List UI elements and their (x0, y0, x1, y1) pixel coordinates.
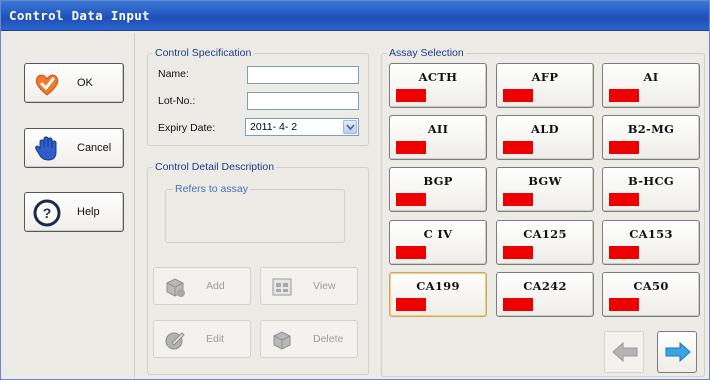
expiry-date-value: 2011- 4- 2 (250, 121, 298, 133)
assay-status-flag (396, 89, 426, 102)
assay-status-flag (609, 298, 639, 311)
next-page-button[interactable] (657, 331, 697, 373)
view-button[interactable]: View (260, 267, 358, 305)
assay-status-flag (396, 246, 426, 259)
assay-status-flag (609, 89, 639, 102)
delete-box-icon (271, 329, 293, 351)
control-specification-title: Control Specification (153, 47, 254, 59)
assay-button[interactable]: BGP (389, 167, 487, 212)
help-label: Help (77, 206, 100, 218)
assay-name: CA242 (523, 279, 567, 293)
assay-status-flag (609, 193, 639, 206)
chevron-down-icon[interactable] (343, 120, 357, 134)
delete-label: Delete (313, 333, 344, 345)
assay-status-flag (396, 193, 426, 206)
arrow-left-icon (611, 341, 639, 368)
title-bar: Control Data Input (1, 1, 709, 31)
assay-button[interactable]: CA50 (602, 272, 700, 317)
add-box-icon (164, 276, 186, 298)
assay-name: BGW (528, 174, 562, 188)
action-panel: OK Cancel ? Help (2, 33, 135, 379)
assay-status-flag (503, 193, 533, 206)
assay-name: CA153 (629, 227, 673, 241)
assay-button[interactable]: CA199 (389, 272, 487, 317)
name-input[interactable] (247, 66, 359, 84)
assay-name: B-HCG (627, 174, 675, 188)
control-data-input-window: Control Data Input OK Cancel ? Help Cont… (0, 0, 710, 380)
assay-name: AII (427, 122, 449, 136)
lot-no-input[interactable] (247, 92, 359, 110)
assay-status-flag (503, 246, 533, 259)
assay-button[interactable]: CA242 (496, 272, 594, 317)
assay-selection-title: Assay Selection (387, 47, 466, 59)
ok-label: OK (77, 77, 93, 89)
name-label: Name: (158, 68, 189, 80)
cancel-button[interactable]: Cancel (24, 128, 124, 168)
assay-name: C IV (423, 227, 453, 241)
help-button[interactable]: ? Help (24, 192, 124, 232)
edit-button[interactable]: Edit (153, 320, 251, 358)
assay-name: AFP (531, 70, 559, 84)
assay-status-flag (396, 298, 426, 311)
assay-button[interactable]: AI (602, 63, 700, 108)
assay-status-flag (609, 246, 639, 259)
view-grid-icon (271, 276, 293, 298)
assay-status-flag (503, 141, 533, 154)
assay-status-flag (609, 141, 639, 154)
view-label: View (313, 280, 336, 292)
assay-button[interactable]: B-HCG (602, 167, 700, 212)
assay-status-flag (503, 89, 533, 102)
refers-to-assay-title: Refers to assay (173, 183, 250, 195)
add-label: Add (206, 280, 225, 292)
stop-hand-icon (33, 135, 61, 163)
assay-button[interactable]: ACTH (389, 63, 487, 108)
assay-name: ACTH (418, 70, 458, 84)
assay-button[interactable]: CA153 (602, 220, 700, 265)
assay-button[interactable]: C IV (389, 220, 487, 265)
expiry-date-picker[interactable]: 2011- 4- 2 (245, 118, 359, 136)
cancel-label: Cancel (77, 142, 112, 154)
assay-button[interactable]: CA125 (496, 220, 594, 265)
assay-button[interactable]: AFP (496, 63, 594, 108)
previous-page-button[interactable] (604, 331, 644, 373)
assay-name: AI (643, 70, 659, 84)
assay-name: BGP (423, 174, 453, 188)
assay-button[interactable]: ALD (496, 115, 594, 160)
heart-check-icon (33, 70, 61, 98)
assay-button[interactable]: B2-MG (602, 115, 700, 160)
delete-button[interactable]: Delete (260, 320, 358, 358)
refers-to-assay-box: Refers to assay (165, 183, 345, 243)
lot-no-label: Lot-No.: (158, 95, 196, 107)
assay-status-flag (503, 298, 533, 311)
expiry-date-label: Expiry Date: (158, 122, 216, 134)
assay-name: B2-MG (627, 122, 675, 136)
assay-button[interactable]: AII (389, 115, 487, 160)
assay-name: CA125 (523, 227, 567, 241)
assay-status-flag (396, 141, 426, 154)
ok-button[interactable]: OK (24, 63, 124, 103)
control-detail-title: Control Detail Description (153, 161, 277, 173)
window-title: Control Data Input (9, 8, 150, 23)
add-button[interactable]: Add (153, 267, 251, 305)
svg-text:?: ? (43, 205, 52, 221)
assay-name: ALD (531, 122, 559, 136)
assay-button[interactable]: BGW (496, 167, 594, 212)
assay-name: CA199 (416, 279, 460, 293)
edit-icon (164, 329, 186, 351)
assay-name: CA50 (633, 279, 669, 293)
arrow-right-icon (664, 341, 692, 368)
edit-label: Edit (206, 333, 225, 345)
help-icon: ? (33, 199, 61, 227)
